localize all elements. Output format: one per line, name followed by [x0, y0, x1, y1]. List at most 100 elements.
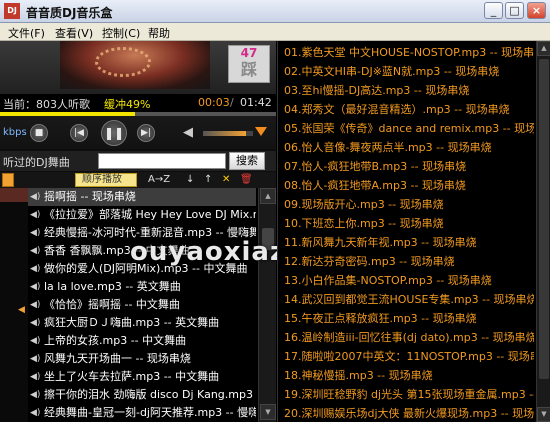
speaker-icon: ◀): [30, 354, 41, 364]
list-item[interactable]: 14.武汉回到都觉王流HOUSE专集.mp3 -- 现场串烧: [284, 290, 534, 309]
list-item[interactable]: ◀) 摇啊摇 -- 现场串烧: [28, 188, 256, 206]
time-current: 00:03: [198, 96, 230, 109]
list-item[interactable]: ◀) la la love.mp3 -- 英文舞曲: [28, 278, 256, 296]
search-row: 听过的DJ舞曲 搜索: [0, 151, 276, 171]
list-item[interactable]: 20.深圳赐娱乐场dj大侠 最新火爆现场.mp3 -- 现场串烧: [284, 404, 534, 422]
list-item[interactable]: ◀)经典舞曲-皇冠一刻-dj阿天推荐.mp3 -- 慢嗨舞曲: [28, 404, 256, 422]
track-title: 摇啊摇 -- 现场串烧: [44, 190, 136, 203]
scroll-down-icon[interactable]: ▼: [260, 404, 276, 420]
delete-button[interactable]: 🗑: [240, 173, 253, 187]
speaker-icon: ◀): [30, 300, 41, 310]
visualizer-ring-icon: [95, 47, 151, 77]
volume-icon[interactable]: ◀: [183, 125, 193, 140]
list-item[interactable]: 05.张国荣《传奇》dance and remix.mp3 -- 现场串烧: [284, 119, 534, 138]
list-item[interactable]: ◀) 《拉拉爱》部落城 Hey Hey Love DJ Mix.mp3: [28, 206, 256, 224]
track-title: 上帝的女孩.mp3 -- 中文舞曲: [44, 334, 187, 347]
status-row: 当前：803人听歌 缓冲49% 00:03 / 01:42: [0, 94, 276, 112]
list-item[interactable]: 03.至hi慢摇-DJ高达.mp3 -- 现场串烧: [284, 81, 534, 100]
minimize-button[interactable]: _: [484, 2, 503, 19]
speaker-icon: ◀): [30, 318, 41, 328]
list-item[interactable]: 04.郑秀文（最好混音精选）.mp3 -- 现场串烧: [284, 100, 534, 119]
menu-control[interactable]: 控制(C): [102, 25, 140, 41]
menu-file[interactable]: 文件(F): [8, 25, 45, 41]
list-item[interactable]: 11.新风舞九天新年视.mp3 -- 现场串烧: [284, 233, 534, 252]
move-up-button[interactable]: ↑: [204, 173, 212, 187]
scroll-up-icon[interactable]: ▲: [537, 41, 550, 56]
left-panel: 47 踩 当前：803人听歌 缓冲49% 00:03 / 01:42 kbps …: [0, 41, 314, 422]
list-item[interactable]: 06.怡人音像-舞夜两点半.mp3 -- 现场串烧: [284, 138, 534, 157]
list-item[interactable]: 12.新达芬奇密码.mp3 -- 现场串烧: [284, 252, 534, 271]
list-item[interactable]: 01.紫色天堂 中文HOUSE-NOSTOP.mp3 -- 现场串烧: [284, 43, 534, 62]
volume-thumb-icon[interactable]: [255, 127, 267, 136]
list-item[interactable]: ◀) 坐上了火车去拉萨.mp3 -- 中文舞曲: [28, 368, 256, 386]
search-button[interactable]: 搜索: [229, 152, 265, 170]
list-item[interactable]: 17.随啦啦2007中英文：11NOSTOP.mp3 -- 现场串烧: [284, 347, 534, 366]
window-title: 音音质DJ音乐盒: [26, 6, 113, 20]
speaker-icon: ◀): [30, 246, 41, 256]
track-title: 坐上了火车去拉萨.mp3 -- 中文舞曲: [44, 370, 220, 383]
play-order-select[interactable]: 顺序播放: [75, 173, 137, 187]
track-title: 《拉拉爱》部落城 Hey Hey Love DJ Mix.mp3: [44, 208, 256, 221]
folder-icon[interactable]: [2, 173, 14, 187]
list-item[interactable]: 02.中英文HI串-DJ※蓝N就.mp3 -- 现场串烧: [284, 62, 534, 81]
speaker-icon: ◀): [30, 210, 41, 220]
remove-button[interactable]: ✕: [222, 173, 230, 187]
playback-controls: kbps ■ |◀ ❚❚ ▶| ◀: [0, 117, 276, 149]
channel-badge[interactable]: 47 踩: [228, 45, 270, 83]
track-title: 《恰恰》摇啊摇 -- 中文舞曲: [44, 298, 180, 311]
online-list-scrollbar[interactable]: ▲ ▼: [536, 41, 550, 422]
time-separator: /: [230, 96, 234, 109]
list-item[interactable]: 16.温岭制造iii-回忆往事(dj dato).mp3 -- 现场串烧: [284, 328, 534, 347]
scroll-thumb[interactable]: [539, 59, 549, 379]
badge-number: 47: [240, 46, 258, 60]
list-item[interactable]: ◀) 擦干你的泪水 劲嗨版 disco Dj Kang.mp3 --: [28, 386, 256, 404]
speaker-icon: ◀): [30, 192, 41, 202]
sort-az-button[interactable]: A→Z: [148, 173, 170, 187]
list-item[interactable]: 13.小白作品集-NOSTOP.mp3 -- 现场串烧: [284, 271, 534, 290]
next-icon[interactable]: ▶|: [137, 124, 155, 142]
list-item[interactable]: 09.现场版开心.mp3 -- 现场串烧: [284, 195, 534, 214]
stop-icon[interactable]: ■: [30, 124, 48, 142]
scroll-up-icon[interactable]: ▲: [260, 188, 276, 204]
playlist-gutter: ◀: [0, 188, 28, 422]
speaker-icon: ◀): [30, 390, 41, 400]
volume-slider[interactable]: [203, 131, 253, 136]
playlist: ◀ ◀) 摇啊摇 -- 现场串烧 ◀) 《拉拉爱》部落城 Hey Hey Love …: [0, 188, 276, 422]
menu-help[interactable]: 帮助: [148, 25, 170, 41]
buffer-status: 缓冲49%: [104, 98, 151, 111]
list-item[interactable]: 07.怡人-疯狂地带B.mp3 -- 现场串烧: [284, 157, 534, 176]
speaker-icon: ◀): [30, 372, 41, 382]
bitrate-label: kbps: [3, 127, 27, 138]
menu-view[interactable]: 查看(V): [55, 25, 93, 41]
list-item[interactable]: ◀) 上帝的女孩.mp3 -- 中文舞曲: [28, 332, 256, 350]
title-bar[interactable]: DJ 音音质DJ音乐盒 _ □ ×: [0, 0, 550, 23]
move-down-button[interactable]: ↓: [186, 173, 194, 187]
scroll-down-icon[interactable]: ▼: [537, 407, 550, 422]
list-item[interactable]: 19.深圳旺稔野豹 dj光头 第15张现场重金属.mp3 -- 现场串烧: [284, 385, 534, 404]
pause-icon[interactable]: ❚❚: [101, 120, 127, 146]
track-title: la la love.mp3 -- 英文舞曲: [44, 280, 181, 293]
app-logo-icon: DJ: [4, 3, 20, 19]
menu-bar: 文件(F) 查看(V) 控制(C) 帮助: [0, 23, 550, 41]
speaker-icon: ◀): [30, 282, 41, 292]
close-button[interactable]: ×: [527, 2, 546, 19]
list-item[interactable]: 18.神秘慢摇.mp3 -- 现场串烧: [284, 366, 534, 385]
list-item[interactable]: ◀) 《恰恰》摇啊摇 -- 中文舞曲: [28, 296, 256, 314]
maximize-button[interactable]: □: [505, 2, 524, 19]
playlist-scrollbar[interactable]: ▲ ▼: [258, 188, 276, 422]
list-item[interactable]: ◀) 风舞九天开场曲一 -- 现场串烧: [28, 350, 256, 368]
seek-bar[interactable]: [0, 112, 276, 116]
list-item[interactable]: ◀) 疯狂大厨ＤＪ嗨曲.mp3 -- 英文舞曲: [28, 314, 256, 332]
list-item[interactable]: 08.怡人-疯狂地带A.mp3 -- 现场串烧: [284, 176, 534, 195]
listener-count: 当前：803人听歌: [3, 98, 90, 111]
badge-label: 踩: [240, 60, 257, 79]
collapse-arrow-icon[interactable]: ◀: [18, 305, 25, 315]
track-title: 经典舞曲-皇冠一刻-dj阿天推荐.mp3 -- 慢嗨舞曲: [44, 406, 256, 419]
playlist-toolbar: 顺序播放 A→Z ↓ ↑ ✕ 🗑: [0, 172, 276, 188]
track-title: 风舞九天开场曲一 -- 现场串烧: [44, 352, 191, 365]
speaker-icon: ◀): [30, 228, 41, 238]
previous-icon[interactable]: |◀: [70, 124, 88, 142]
list-item[interactable]: 10.下班恋上你.mp3 -- 现场串烧: [284, 214, 534, 233]
list-item[interactable]: 15.午夜正点释放疯狂.mp3 -- 现场串烧: [284, 309, 534, 328]
search-input[interactable]: [98, 153, 226, 169]
